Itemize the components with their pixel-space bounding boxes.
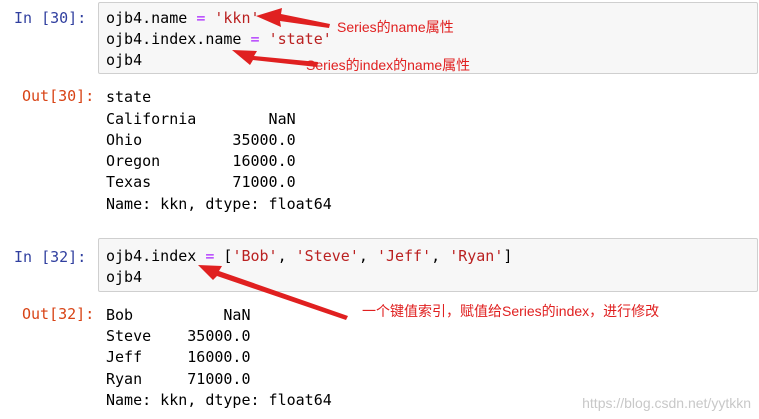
annotation-index-assign: 一个键值索引，赋值给Series的index，进行修改	[362, 303, 660, 319]
annotation-index-name: Series的index的name属性	[306, 57, 471, 73]
annotation-series-name: Series的name属性	[337, 19, 454, 35]
arrow-index-assign	[198, 265, 348, 320]
arrow-series-name	[256, 8, 330, 28]
watermark: https://blog.csdn.net/yytkkn	[582, 395, 751, 411]
